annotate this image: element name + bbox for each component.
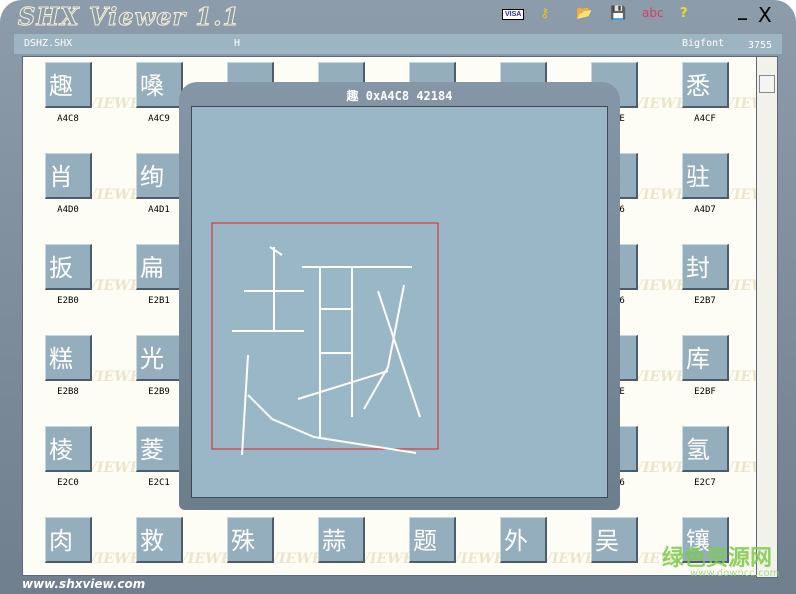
scrollbar-thumb[interactable]	[759, 75, 775, 93]
glyph-tile[interactable]: 悉	[682, 62, 729, 108]
preview-panel	[191, 106, 608, 498]
char-count: 3755	[748, 40, 773, 51]
glyph-code: A4D0	[57, 205, 79, 215]
glyph-bounding-box	[211, 222, 439, 450]
preview-title: 趣 0xA4C8 42184	[346, 89, 453, 103]
register-icon[interactable]: VISA	[502, 9, 525, 20]
glyph-tile[interactable]: 蒜	[318, 517, 365, 563]
glyph-code: E2BF	[694, 387, 716, 397]
text-abc-icon[interactable]: abc	[642, 6, 664, 20]
file-name: DSHZ.SHX	[24, 38, 73, 49]
glyph-code: A4C9	[148, 114, 170, 124]
glyph-tile[interactable]: 驻	[682, 153, 729, 199]
glyph-tile[interactable]: 扳	[45, 244, 92, 290]
glyph-preview	[211, 222, 439, 456]
glyph-code: E2C7	[694, 478, 716, 488]
minimize-button[interactable]: _	[738, 0, 747, 21]
glyph-code: A4D1	[148, 205, 170, 215]
glyph-tile[interactable]: 库	[682, 335, 729, 381]
glyph-tile[interactable]: 外	[500, 517, 547, 563]
glyph-tile[interactable]: 棱	[45, 426, 92, 472]
glyph-code: E2B0	[57, 296, 79, 306]
glyph-code: E2C1	[148, 478, 170, 488]
glyph-tile[interactable]: 绚	[136, 153, 183, 199]
glyph-code: E2B8	[57, 387, 79, 397]
glyph-tile[interactable]: 肖	[45, 153, 92, 199]
font-type: Bigfont	[682, 38, 725, 49]
app-title: SHX Viewer 1.1	[17, 2, 241, 32]
glyph-code: A4D7	[694, 205, 716, 215]
glyph-tile[interactable]: 嗓	[136, 62, 183, 108]
website-link[interactable]: www.shxview.com	[22, 577, 145, 591]
key-icon[interactable]: ⚷	[540, 6, 550, 21]
glyph-tile[interactable]: 菱	[136, 426, 183, 472]
save-icon[interactable]: 💾	[610, 6, 626, 21]
help-icon[interactable]: ?	[680, 6, 688, 21]
scrollbar[interactable]	[756, 56, 778, 578]
glyph-tile[interactable]: 趣	[45, 62, 92, 108]
glyph-code: A4CF	[694, 114, 716, 124]
glyph-tile[interactable]: 救	[136, 517, 183, 563]
glyph-tile[interactable]: 殊	[227, 517, 274, 563]
mode: H	[234, 38, 241, 49]
glyph-tile[interactable]: 封	[682, 244, 729, 290]
info-bar: DSHZ.SHX H Bigfont 3755	[14, 34, 782, 54]
glyph-tile[interactable]: 氢	[682, 426, 729, 472]
glyph-code: E2C0	[57, 478, 79, 488]
glyph-code: A4C8	[57, 114, 79, 124]
close-button[interactable]: X	[758, 3, 772, 27]
watermark-url: www.downcc.com	[690, 568, 780, 579]
glyph-tile[interactable]: 糕	[45, 335, 92, 381]
open-folder-icon[interactable]: 📂	[576, 6, 592, 21]
glyph-tile[interactable]: 光	[136, 335, 183, 381]
glyph-tile[interactable]: 吴	[591, 517, 638, 563]
glyph-code: E2B9	[148, 387, 170, 397]
glyph-code: E2B7	[694, 296, 716, 306]
preview-dialog: 趣 0xA4C8 42184	[179, 82, 620, 510]
glyph-tile[interactable]: 扁	[136, 244, 183, 290]
glyph-tile[interactable]: 题	[409, 517, 456, 563]
glyph-strokes	[232, 246, 421, 456]
glyph-tile[interactable]: 肉	[45, 517, 92, 563]
glyph-code: E2B1	[148, 296, 170, 306]
